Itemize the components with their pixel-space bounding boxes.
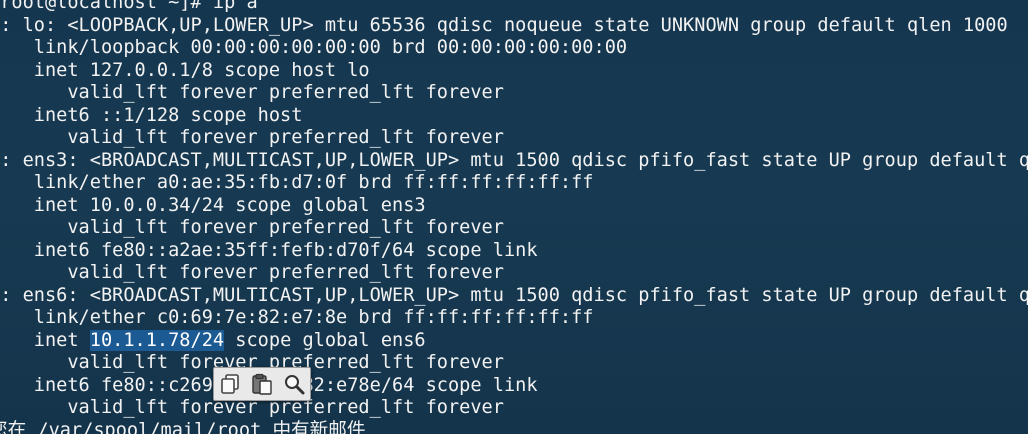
terminal-line: [root@localhost ~]# ip a (0, 0, 258, 13)
copy-button[interactable] (217, 371, 243, 397)
selected-text[interactable]: 10.1.1.78/24 (89, 329, 225, 351)
paste-button[interactable] (249, 371, 275, 397)
copy-icon (221, 374, 239, 394)
line-prefix: inet (33, 329, 79, 351)
search-icon (285, 375, 305, 395)
terminal-line: inet 127.0.0.1/8 scope host lo (0, 59, 370, 81)
terminal-line: valid_lft forever preferred_lft forever (0, 82, 504, 103)
terminal-line: valid_lft forever preferred_lft forever (0, 127, 504, 148)
terminal-line: link/loopback 00:00:00:00:00:00 brd 00:0… (0, 37, 628, 58)
terminal-line: 1: lo: <LOOPBACK,UP,LOWER_UP> mtu 65536 … (0, 14, 1008, 36)
terminal-line: 您在 /var/spool/mail/root 中有新邮件 (0, 419, 366, 434)
terminal-window[interactable]: [root@localhost ~]# ip a 1: lo: <LOOPBAC… (0, 0, 1028, 434)
terminal-line: valid_lft forever preferred_lft forever (0, 262, 504, 283)
selection-toolbar (213, 367, 311, 401)
line-suffix: scope global ens6 (224, 329, 426, 351)
terminal-line: inet 10.0.0.34/24 scope global ens3 (0, 194, 426, 216)
paste-icon (252, 373, 272, 395)
terminal-line: 2: ens3: <BROADCAST,MULTICAST,UP,LOWER_U… (0, 149, 1028, 171)
terminal-line: 3: ens6: <BROADCAST,MULTICAST,UP,LOWER_U… (0, 284, 1028, 306)
terminal-line: valid_lft forever preferred_lft forever (0, 217, 504, 238)
terminal-line: inet6 ::1/128 scope host (0, 104, 303, 126)
terminal-line-with-selection: inet 10.1.1.78/24 scope global ens6 (0, 329, 426, 353)
terminal-line: link/ether a0:ae:35:fb:d7:0f brd ff:ff:f… (0, 172, 594, 193)
terminal-line: inet6 fe80::a2ae:35ff:fefb:d70f/64 scope… (0, 239, 538, 261)
terminal-line: link/ether c0:69:7e:82:e7:8e brd ff:ff:f… (0, 307, 594, 328)
search-button[interactable] (281, 371, 307, 397)
